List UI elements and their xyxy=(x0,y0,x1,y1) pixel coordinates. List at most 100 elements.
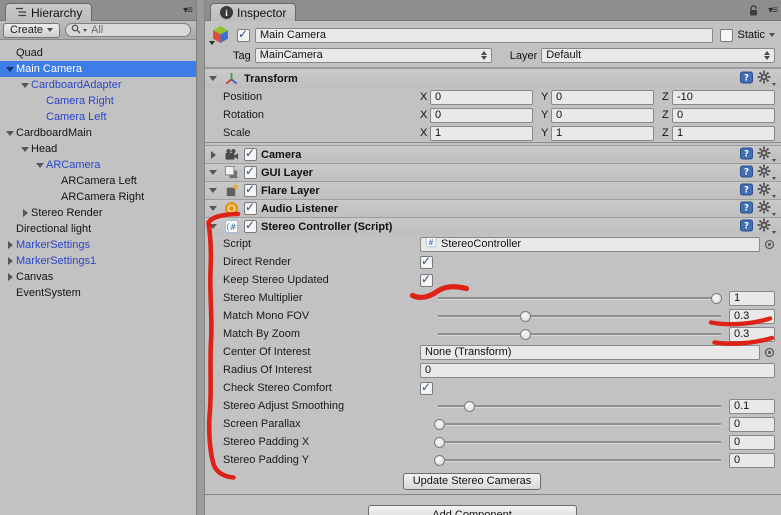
stereo-padding-x-value-field[interactable]: 0 xyxy=(729,434,775,450)
foldout-collapsed-icon[interactable] xyxy=(19,207,31,219)
stereo-padding-x-slider-thumb[interactable] xyxy=(433,436,445,448)
audio-listener-gear-icon[interactable] xyxy=(757,200,776,217)
static-dropdown-caret-icon[interactable] xyxy=(769,33,775,37)
match-mono-fov-slider[interactable] xyxy=(438,308,721,324)
foldout-spacer[interactable] xyxy=(4,47,16,59)
audio-listener-help-icon[interactable]: ? xyxy=(740,201,753,217)
match-mono-fov-slider-thumb[interactable] xyxy=(520,310,532,322)
transform-rotation-z-field[interactable]: 0 xyxy=(672,107,775,123)
stereo-controller-script-enabled-checkbox[interactable] xyxy=(244,218,257,233)
camera-gear-icon[interactable] xyxy=(757,146,776,163)
stereo-multiplier-slider[interactable] xyxy=(438,290,723,306)
flare-layer-gear-icon[interactable] xyxy=(757,182,776,199)
stereo-adjust-smoothing-slider[interactable] xyxy=(438,398,721,414)
stereo-controller-script-gear-icon[interactable] xyxy=(757,218,776,235)
stereo-adjust-smoothing-value-field[interactable]: 0.1 xyxy=(729,398,775,414)
match-by-zoom-slider-thumb[interactable] xyxy=(520,328,532,340)
hierarchy-item-eventsystem[interactable]: EventSystem xyxy=(0,285,196,301)
transform-position-y-field[interactable]: 0 xyxy=(551,89,654,105)
transform-rotation-x-field[interactable]: 0 xyxy=(430,107,533,123)
foldout-expanded-icon[interactable] xyxy=(4,127,16,139)
match-by-zoom-value-field[interactable]: 0.3 xyxy=(729,326,775,342)
hierarchy-panel-menu-icon[interactable]: ▾≡ xyxy=(183,5,193,16)
screen-parallax-value-field[interactable]: 0 xyxy=(729,416,775,432)
hierarchy-item-head[interactable]: Head xyxy=(0,141,196,157)
camera-enabled-checkbox[interactable] xyxy=(244,146,257,161)
audio-listener-component-header[interactable]: Audio Listener? xyxy=(205,199,781,217)
flare-layer-component-header[interactable]: Flare Layer? xyxy=(205,181,781,199)
gui-layer-component-header[interactable]: GUI Layer? xyxy=(205,163,781,181)
check-stereo-comfort-checkbox[interactable] xyxy=(420,380,433,395)
stereo-padding-y-slider[interactable] xyxy=(433,452,721,468)
camera-help-icon[interactable]: ? xyxy=(740,147,753,163)
foldout-collapsed-icon[interactable] xyxy=(4,271,16,283)
hierarchy-item-markersettings[interactable]: MarkerSettings xyxy=(0,237,196,253)
match-mono-fov-value-field[interactable]: 0.3 xyxy=(729,308,775,324)
radius-of-interest-field[interactable]: 0 xyxy=(420,362,775,378)
create-button[interactable]: Create xyxy=(3,22,61,38)
hierarchy-item-quad[interactable]: Quad xyxy=(0,45,196,61)
foldout-spacer[interactable] xyxy=(49,175,61,187)
hierarchy-item-cardboardmain[interactable]: CardboardMain xyxy=(0,125,196,141)
audio-listener-enabled-checkbox[interactable] xyxy=(244,200,257,215)
gui-layer-foldout-icon[interactable] xyxy=(207,167,219,179)
foldout-expanded-icon[interactable] xyxy=(34,159,46,171)
tag-dropdown[interactable]: MainCamera xyxy=(254,48,492,63)
foldout-spacer[interactable] xyxy=(34,111,46,123)
stereo-padding-x-slider[interactable] xyxy=(433,434,721,450)
center-of-interest-object-picker-icon[interactable] xyxy=(764,347,775,358)
stereo-multiplier-slider-thumb[interactable] xyxy=(711,292,723,304)
add-component-button[interactable]: Add Component xyxy=(367,505,577,515)
camera-component-header[interactable]: Camera? xyxy=(205,145,781,163)
transform-scale-x-field[interactable]: 1 xyxy=(430,125,533,141)
tab-hierarchy[interactable]: Hierarchy xyxy=(5,3,93,21)
inspector-panel-menu-icon[interactable]: ▾≡ xyxy=(768,5,778,16)
hierarchy-item-camera-left[interactable]: Camera Left xyxy=(0,109,196,125)
keep-stereo-updated-checkbox[interactable] xyxy=(420,272,433,287)
hierarchy-item-arcamera-left[interactable]: ARCamera Left xyxy=(0,173,196,189)
search-input[interactable]: All xyxy=(65,23,191,37)
transform-help-icon[interactable]: ? xyxy=(740,71,753,87)
transform-gear-icon[interactable] xyxy=(757,70,776,87)
stereo-controller-script-help-icon[interactable]: ? xyxy=(740,219,753,235)
gameobject-active-checkbox[interactable] xyxy=(237,27,250,42)
transform-scale-y-field[interactable]: 1 xyxy=(551,125,654,141)
lock-icon[interactable] xyxy=(748,4,759,20)
stereo-padding-y-value-field[interactable]: 0 xyxy=(729,452,775,468)
transform-rotation-y-field[interactable]: 0 xyxy=(551,107,654,123)
stereo-controller-script-component-header[interactable]: (# Stereo Controller (Script)? xyxy=(205,217,781,235)
foldout-expanded-icon[interactable] xyxy=(19,79,31,91)
panel-splitter[interactable] xyxy=(197,0,205,515)
gui-layer-gear-icon[interactable] xyxy=(757,164,776,181)
foldout-collapsed-icon[interactable] xyxy=(4,239,16,251)
match-by-zoom-slider[interactable] xyxy=(438,326,721,342)
screen-parallax-slider-thumb[interactable] xyxy=(433,418,445,430)
hierarchy-item-arcamera-right[interactable]: ARCamera Right xyxy=(0,189,196,205)
tab-inspector[interactable]: i Inspector xyxy=(210,3,297,21)
flare-layer-help-icon[interactable]: ? xyxy=(740,183,753,199)
transform-scale-z-field[interactable]: 1 xyxy=(672,125,775,141)
gameobject-name-field[interactable]: Main Camera xyxy=(255,27,714,43)
screen-parallax-slider[interactable] xyxy=(433,416,721,432)
hierarchy-item-stereo-render[interactable]: Stereo Render xyxy=(0,205,196,221)
stereo-padding-y-slider-thumb[interactable] xyxy=(433,454,445,466)
hierarchy-item-camera-right[interactable]: Camera Right xyxy=(0,93,196,109)
update-stereo-cameras-button[interactable]: Update Stereo Cameras xyxy=(402,472,542,490)
layer-dropdown[interactable]: Default xyxy=(541,48,775,63)
stereo-multiplier-value-field[interactable]: 1 xyxy=(729,290,775,306)
direct-render-checkbox[interactable] xyxy=(420,254,433,269)
static-checkbox[interactable] xyxy=(720,28,734,42)
foldout-spacer[interactable] xyxy=(4,223,16,235)
foldout-spacer[interactable] xyxy=(4,287,16,299)
center-of-interest-object-field[interactable]: None (Transform) xyxy=(420,344,760,360)
flare-layer-foldout-icon[interactable] xyxy=(207,185,219,197)
gui-layer-enabled-checkbox[interactable] xyxy=(244,164,257,179)
foldout-expanded-icon[interactable] xyxy=(4,63,16,75)
script-object-picker-icon[interactable] xyxy=(764,239,775,250)
script-object-field[interactable]: # StereoController xyxy=(420,236,760,252)
foldout-expanded-icon[interactable] xyxy=(19,143,31,155)
foldout-spacer[interactable] xyxy=(34,95,46,107)
gui-layer-help-icon[interactable]: ? xyxy=(740,165,753,181)
transform-foldout-icon[interactable] xyxy=(207,73,219,85)
stereo-adjust-smoothing-slider-thumb[interactable] xyxy=(463,400,475,412)
